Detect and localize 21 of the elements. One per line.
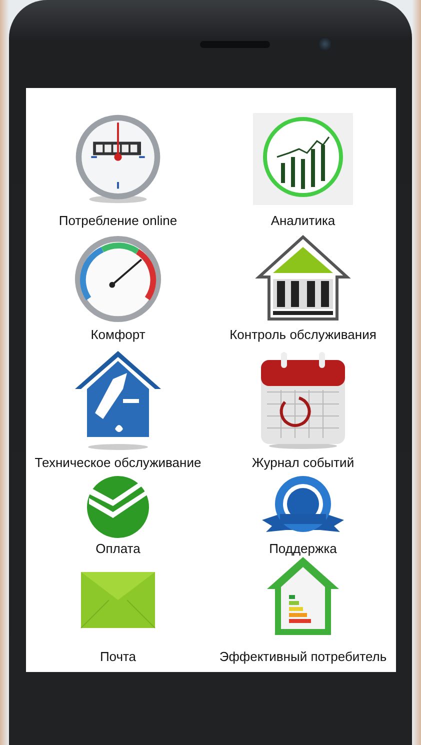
menu-tile[interactable]: Потребление online bbox=[26, 104, 210, 230]
menu-tile[interactable]: Комфорт bbox=[26, 230, 210, 344]
menu-tile[interactable]: Оплата bbox=[26, 472, 210, 558]
envelope-icon bbox=[80, 572, 156, 628]
calendar-icon bbox=[261, 352, 345, 448]
menu-tile[interactable]: Техническое обслуживание bbox=[26, 344, 210, 472]
menu-tile[interactable]: Контроль обслуживания bbox=[210, 230, 396, 344]
gauge-icon bbox=[74, 235, 162, 322]
camera-icon bbox=[318, 37, 332, 51]
plumbing-icon bbox=[75, 350, 161, 450]
bar-chart-icon bbox=[253, 112, 353, 204]
meter-icon bbox=[76, 114, 160, 203]
menu-tile[interactable]: Аналитика bbox=[210, 104, 396, 230]
menu-tile[interactable]: Журнал событий bbox=[210, 344, 396, 472]
energy-house-icon bbox=[267, 557, 339, 635]
menu-tile[interactable]: Поддержка bbox=[210, 472, 396, 558]
menu-tile[interactable]: Эффективный потребитель bbox=[210, 558, 396, 666]
menu-tile[interactable]: Почта bbox=[26, 558, 210, 666]
house-icon bbox=[255, 234, 351, 320]
check-ball-icon bbox=[87, 476, 149, 538]
guarantee-seal-icon bbox=[262, 476, 344, 532]
